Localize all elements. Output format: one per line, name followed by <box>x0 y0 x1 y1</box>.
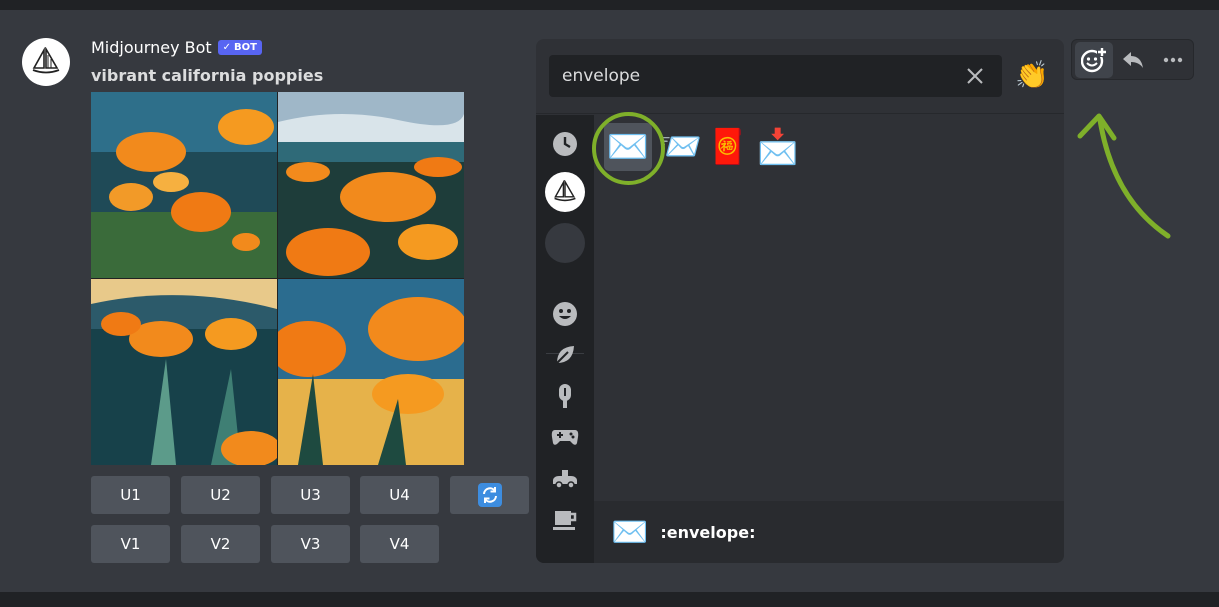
preview-emoji: ✉️ <box>611 514 649 550</box>
image-4 <box>278 279 464 465</box>
u4-button[interactable]: U4 <box>360 476 439 514</box>
emoji-envelope-with-arrow[interactable]: 📩 <box>754 123 802 171</box>
v1-button[interactable]: V1 <box>91 525 170 563</box>
v4-button[interactable]: V4 <box>360 525 439 563</box>
category-people[interactable] <box>536 299 594 329</box>
generated-image-grid[interactable] <box>91 92 464 465</box>
verified-check-icon: ✓ <box>222 42 232 53</box>
emoji-search-input[interactable] <box>549 55 949 97</box>
refresh-icon <box>477 483 502 507</box>
server-icon <box>545 223 585 263</box>
highlight-circle-annotation <box>592 112 665 185</box>
bot-tag: ✓ BOT <box>217 40 262 55</box>
coffee-icon <box>553 511 577 530</box>
popsicle-icon <box>559 384 571 408</box>
category-objects[interactable] <box>536 506 594 536</box>
v2-button[interactable]: V2 <box>181 525 260 563</box>
category-midjourney-server[interactable] <box>536 172 594 212</box>
reply-button[interactable] <box>1113 40 1153 79</box>
v3-button[interactable]: V3 <box>271 525 350 563</box>
category-food[interactable] <box>536 381 594 411</box>
image-3 <box>91 279 277 465</box>
emoji-red-envelope[interactable]: 🧧 <box>704 123 752 171</box>
emoji-results-grid: ✉️ 📨 🧧 📩 <box>594 115 1064 501</box>
annotation-arrow-icon <box>1077 113 1171 239</box>
category-server[interactable] <box>536 223 594 263</box>
add-reaction-icon <box>1081 46 1107 72</box>
smiley-icon <box>553 302 577 326</box>
category-travel[interactable] <box>536 464 594 494</box>
author-name[interactable]: Midjourney Bot <box>91 38 212 57</box>
category-recent[interactable] <box>536 129 594 159</box>
midjourney-server-icon <box>545 172 585 212</box>
car-icon <box>553 470 577 489</box>
message-prompt: vibrant california poppies <box>91 66 324 85</box>
image-1 <box>91 92 277 278</box>
avatar[interactable] <box>22 38 70 86</box>
more-icon <box>1163 57 1183 62</box>
u3-button[interactable]: U3 <box>271 476 350 514</box>
category-activities[interactable] <box>536 422 594 452</box>
u1-button[interactable]: U1 <box>91 476 170 514</box>
reroll-button[interactable] <box>450 476 529 514</box>
u2-button[interactable]: U2 <box>181 476 260 514</box>
emoji-search-box <box>549 55 1002 97</box>
midjourney-boat-icon <box>32 47 60 74</box>
emoji-category-rail <box>536 115 594 563</box>
top-bar <box>0 0 1219 10</box>
author-line: Midjourney Bot ✓ BOT <box>91 38 262 57</box>
gamepad-icon <box>551 430 579 445</box>
category-nature[interactable] <box>536 340 594 370</box>
skin-tone-selector[interactable]: 👏 <box>1015 59 1049 93</box>
bot-tag-label: BOT <box>234 42 257 53</box>
add-reaction-button[interactable] <box>1075 41 1113 78</box>
reply-icon <box>1123 51 1143 68</box>
clock-icon <box>553 132 577 156</box>
emoji-preview-bar: ✉️ :envelope: <box>594 501 1064 563</box>
close-icon[interactable] <box>964 65 986 87</box>
bottom-bar <box>0 592 1219 607</box>
message-toolbar <box>1071 39 1194 80</box>
preview-emoji-name: :envelope: <box>660 522 756 542</box>
leaf-icon <box>556 346 574 364</box>
picker-header: 👏 <box>536 39 1064 114</box>
image-2 <box>278 92 464 278</box>
more-button[interactable] <box>1153 40 1193 79</box>
